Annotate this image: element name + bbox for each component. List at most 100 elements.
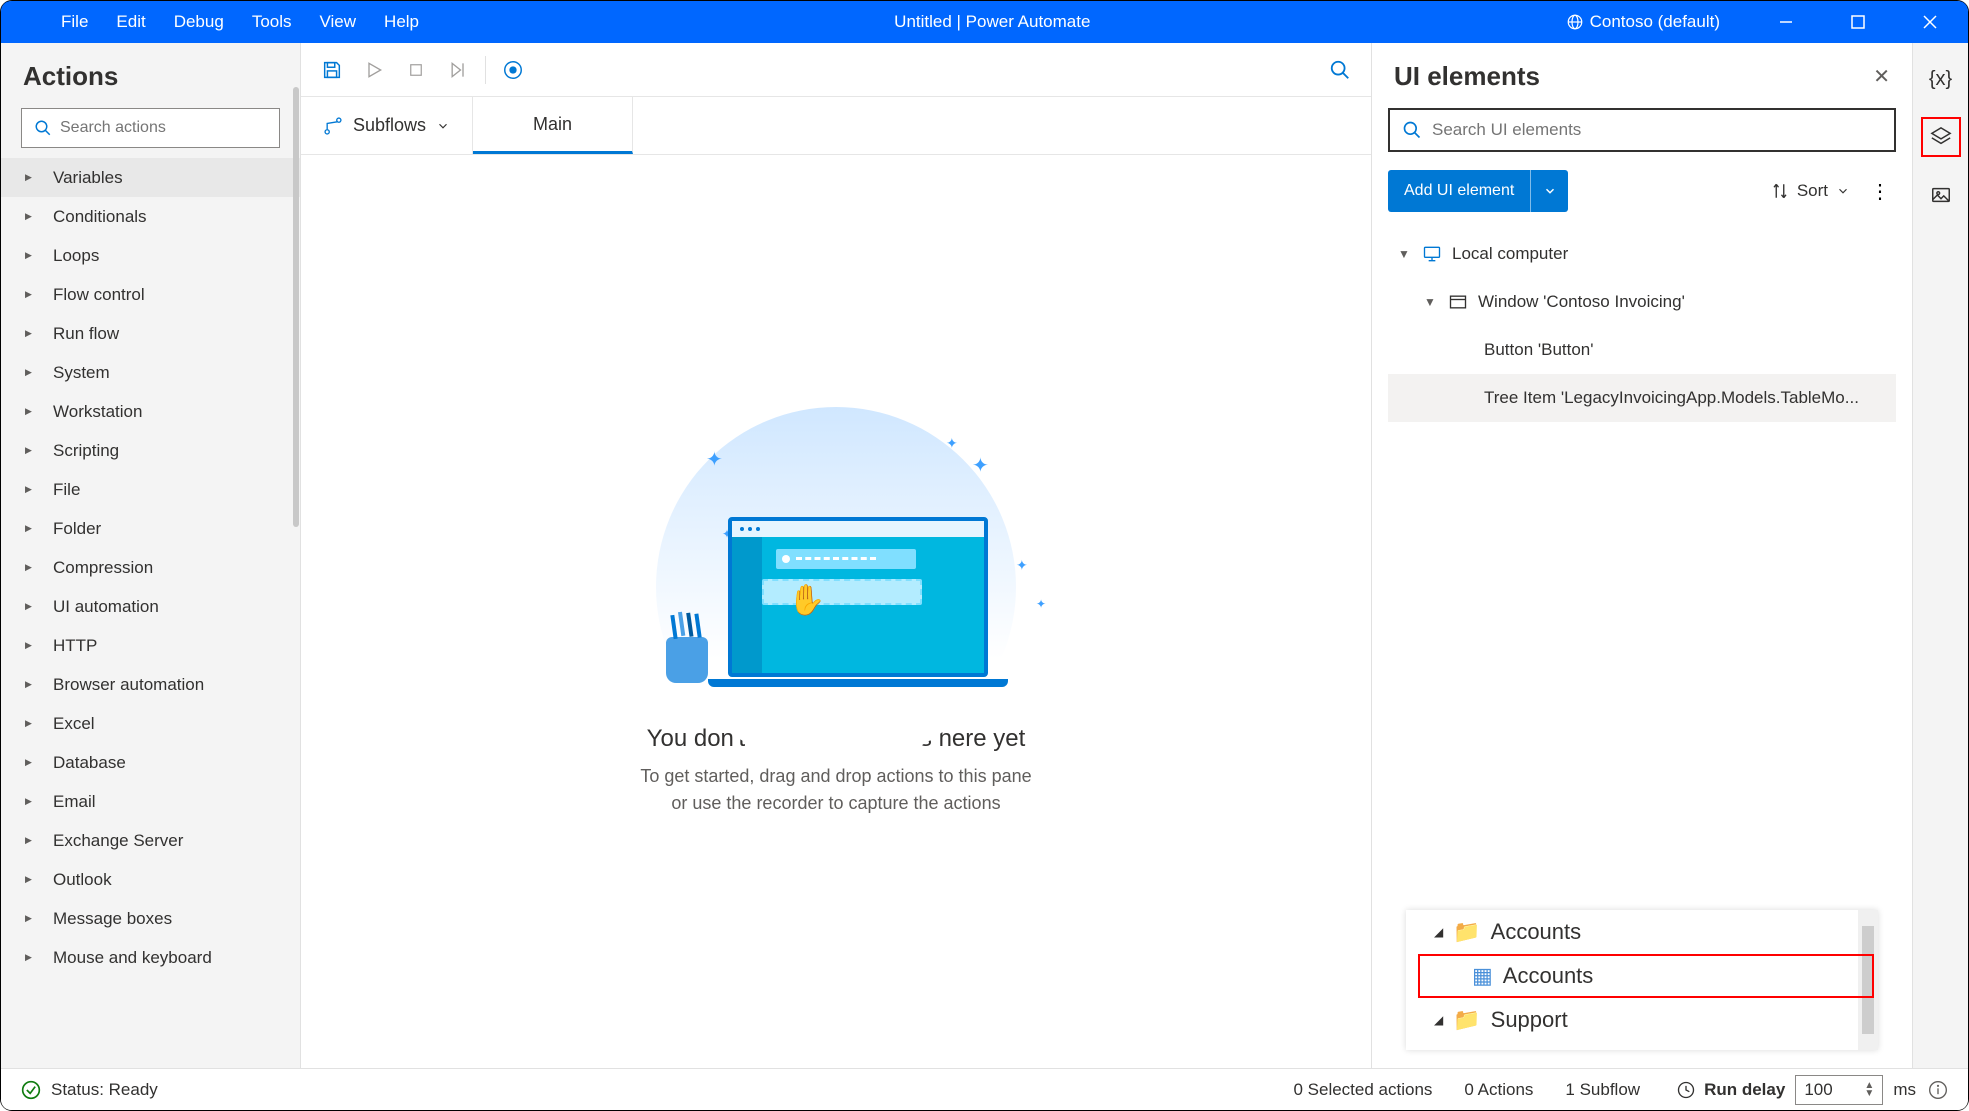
action-label: File [53,480,80,500]
actions-search-input[interactable] [60,119,267,137]
ui-elements-search-input[interactable] [1432,120,1882,140]
preview-row-accounts: ◢📁Accounts [1406,910,1878,954]
action-label: Browser automation [53,675,204,695]
actions-list: ▶Variables▶Conditionals▶Loops ▶ Flow contr… [1,158,300,1068]
ui-element-preview: ◢📁Accounts ▦Accounts ◢📁Support [1406,910,1878,1050]
chevron-right-icon: ▶ [25,211,39,222]
sort-dropdown[interactable]: Sort [1771,181,1850,201]
run-button[interactable] [353,49,395,91]
ui-elements-search[interactable] [1388,108,1896,152]
chevron-right-icon: ▶ [25,679,39,690]
action-category-scripting[interactable]: ▶ Scripting [1,431,300,470]
more-button[interactable]: ⋮ [1870,179,1890,204]
run-delay-label: Run delay [1704,1080,1785,1100]
folder-icon: 📁 [1453,1007,1480,1033]
action-category-run-flow[interactable]: ▶Run flow [1,314,300,353]
menu-edit[interactable]: Edit [116,12,145,32]
tree-node-button[interactable]: Button 'Button' [1388,326,1896,374]
menu-tools[interactable]: Tools [252,12,292,32]
ui-elements-panel: UI elements ✕ Add UI element Sort ⋮ [1372,43,1912,1068]
tree-label: Tree Item 'LegacyInvoicingApp.Models.Tab… [1484,388,1859,408]
action-label: Outlook [53,870,112,890]
action-category-file[interactable]: ▶File [1,470,300,509]
chevron-right-icon: ▶ [25,913,39,924]
empty-line1: To get started, drag and drop actions to… [640,766,1031,786]
chevron-down-icon [1836,184,1850,198]
action-category-folder[interactable]: ▶Folder [1,509,300,548]
menu-file[interactable]: File [61,12,88,32]
environment-selector[interactable]: Contoso (default) [1566,12,1720,32]
menu-debug[interactable]: Debug [174,12,224,32]
record-button[interactable] [492,49,534,91]
action-category-system[interactable]: ▶System [1,353,300,392]
environment-label: Contoso (default) [1590,12,1720,32]
preview-scrollbar[interactable] [1858,910,1878,1050]
tree-node-tree-item[interactable]: Tree Item 'LegacyInvoicingApp.Models.Tab… [1388,374,1896,422]
add-ui-element-split[interactable] [1530,170,1568,212]
subflows-dropdown[interactable]: Subflows [301,97,473,154]
minimize-button[interactable] [1756,1,1816,43]
save-button[interactable] [311,49,353,91]
chevron-right-icon: ▶ [25,718,39,729]
chevron-right-icon: ▶ [25,172,39,183]
action-category-exchange-server[interactable]: ▶Exchange Server [1,821,300,860]
flow-canvas[interactable]: ✦ ✦ ✦ ✦ ✦ ✦ ✋ You don't [301,155,1371,1068]
chevron-right-icon: ▶ [25,289,39,300]
action-label: Scripting [53,441,119,461]
sort-icon [1771,182,1789,200]
action-label: Email [53,792,96,812]
action-label: Folder [53,519,101,539]
action-category-variables[interactable]: ▶Variables [1,158,300,197]
images-rail-button[interactable] [1921,175,1961,215]
chevron-right-icon: ▶ [25,874,39,885]
action-category-conditionals[interactable]: ▶Conditionals [1,197,300,236]
stop-button[interactable] [395,49,437,91]
subflows-label: Subflows [353,115,426,136]
ui-elements-rail-button[interactable] [1921,117,1961,157]
toolbar-search-button[interactable] [1319,49,1361,91]
action-category-compression[interactable]: ▶Compression [1,548,300,587]
actions-search[interactable] [21,108,280,148]
empty-line2: or use the recorder to capture the actio… [671,793,1000,813]
tree-label: Button 'Button' [1484,340,1594,360]
action-label: Excel [53,714,95,734]
info-icon[interactable] [1928,1080,1948,1100]
run-delay-input[interactable]: 100 ▲▼ [1795,1075,1883,1105]
tree-node-window[interactable]: ▼ Window 'Contoso Invoicing' [1388,278,1896,326]
maximize-button[interactable] [1828,1,1888,43]
add-ui-element-button[interactable]: Add UI element [1388,170,1568,212]
action-category-ui-automation[interactable]: ▶UI automation [1,587,300,626]
close-button[interactable] [1900,1,1960,43]
action-category-browser-automation[interactable]: ▶ Browser automation [1,665,300,704]
globe-icon [1566,13,1584,31]
action-label: UI automation [53,597,159,617]
menu-help[interactable]: Help [384,12,419,32]
action-category-email[interactable]: ▶Email [1,782,300,821]
chevron-right-icon: ▶ [25,445,39,456]
action-category-database[interactable]: ▶Database [1,743,300,782]
actions-scrollbar[interactable] [293,87,299,527]
variables-rail-button[interactable]: {x} [1921,59,1961,99]
action-category-flow-control[interactable]: ▶ Flow control [1,275,300,314]
ui-panel-close-button[interactable]: ✕ [1873,64,1890,89]
action-category-message-boxes[interactable]: ▶Message boxes [1,899,300,938]
tab-main[interactable]: Main [473,97,633,154]
toolbar [301,43,1371,97]
stepper-arrows[interactable]: ▲▼ [1864,1082,1874,1098]
action-label: System [53,363,110,383]
status-text: Status: Ready [51,1080,158,1100]
action-category-excel[interactable]: ▶ Excel [1,704,300,743]
preview-row-support: ◢📁Support [1406,998,1878,1042]
action-category-loops[interactable]: ▶Loops [1,236,300,275]
action-label: Compression [53,558,153,578]
window-title: Untitled | Power Automate [419,12,1566,32]
action-label: Exchange Server [53,831,183,851]
action-category-workstation[interactable]: ▶Workstation [1,392,300,431]
step-button[interactable] [437,49,479,91]
action-category-http[interactable]: ▶HTTP [1,626,300,665]
action-label: Flow control [53,285,145,305]
menu-view[interactable]: View [320,12,357,32]
tree-node-local-computer[interactable]: ▼ Local computer [1388,230,1896,278]
action-category-outlook[interactable]: ▶ Outlook [1,860,300,899]
action-category-mouse-and-keyboard[interactable]: ▶Mouse and keyboard [1,938,300,977]
